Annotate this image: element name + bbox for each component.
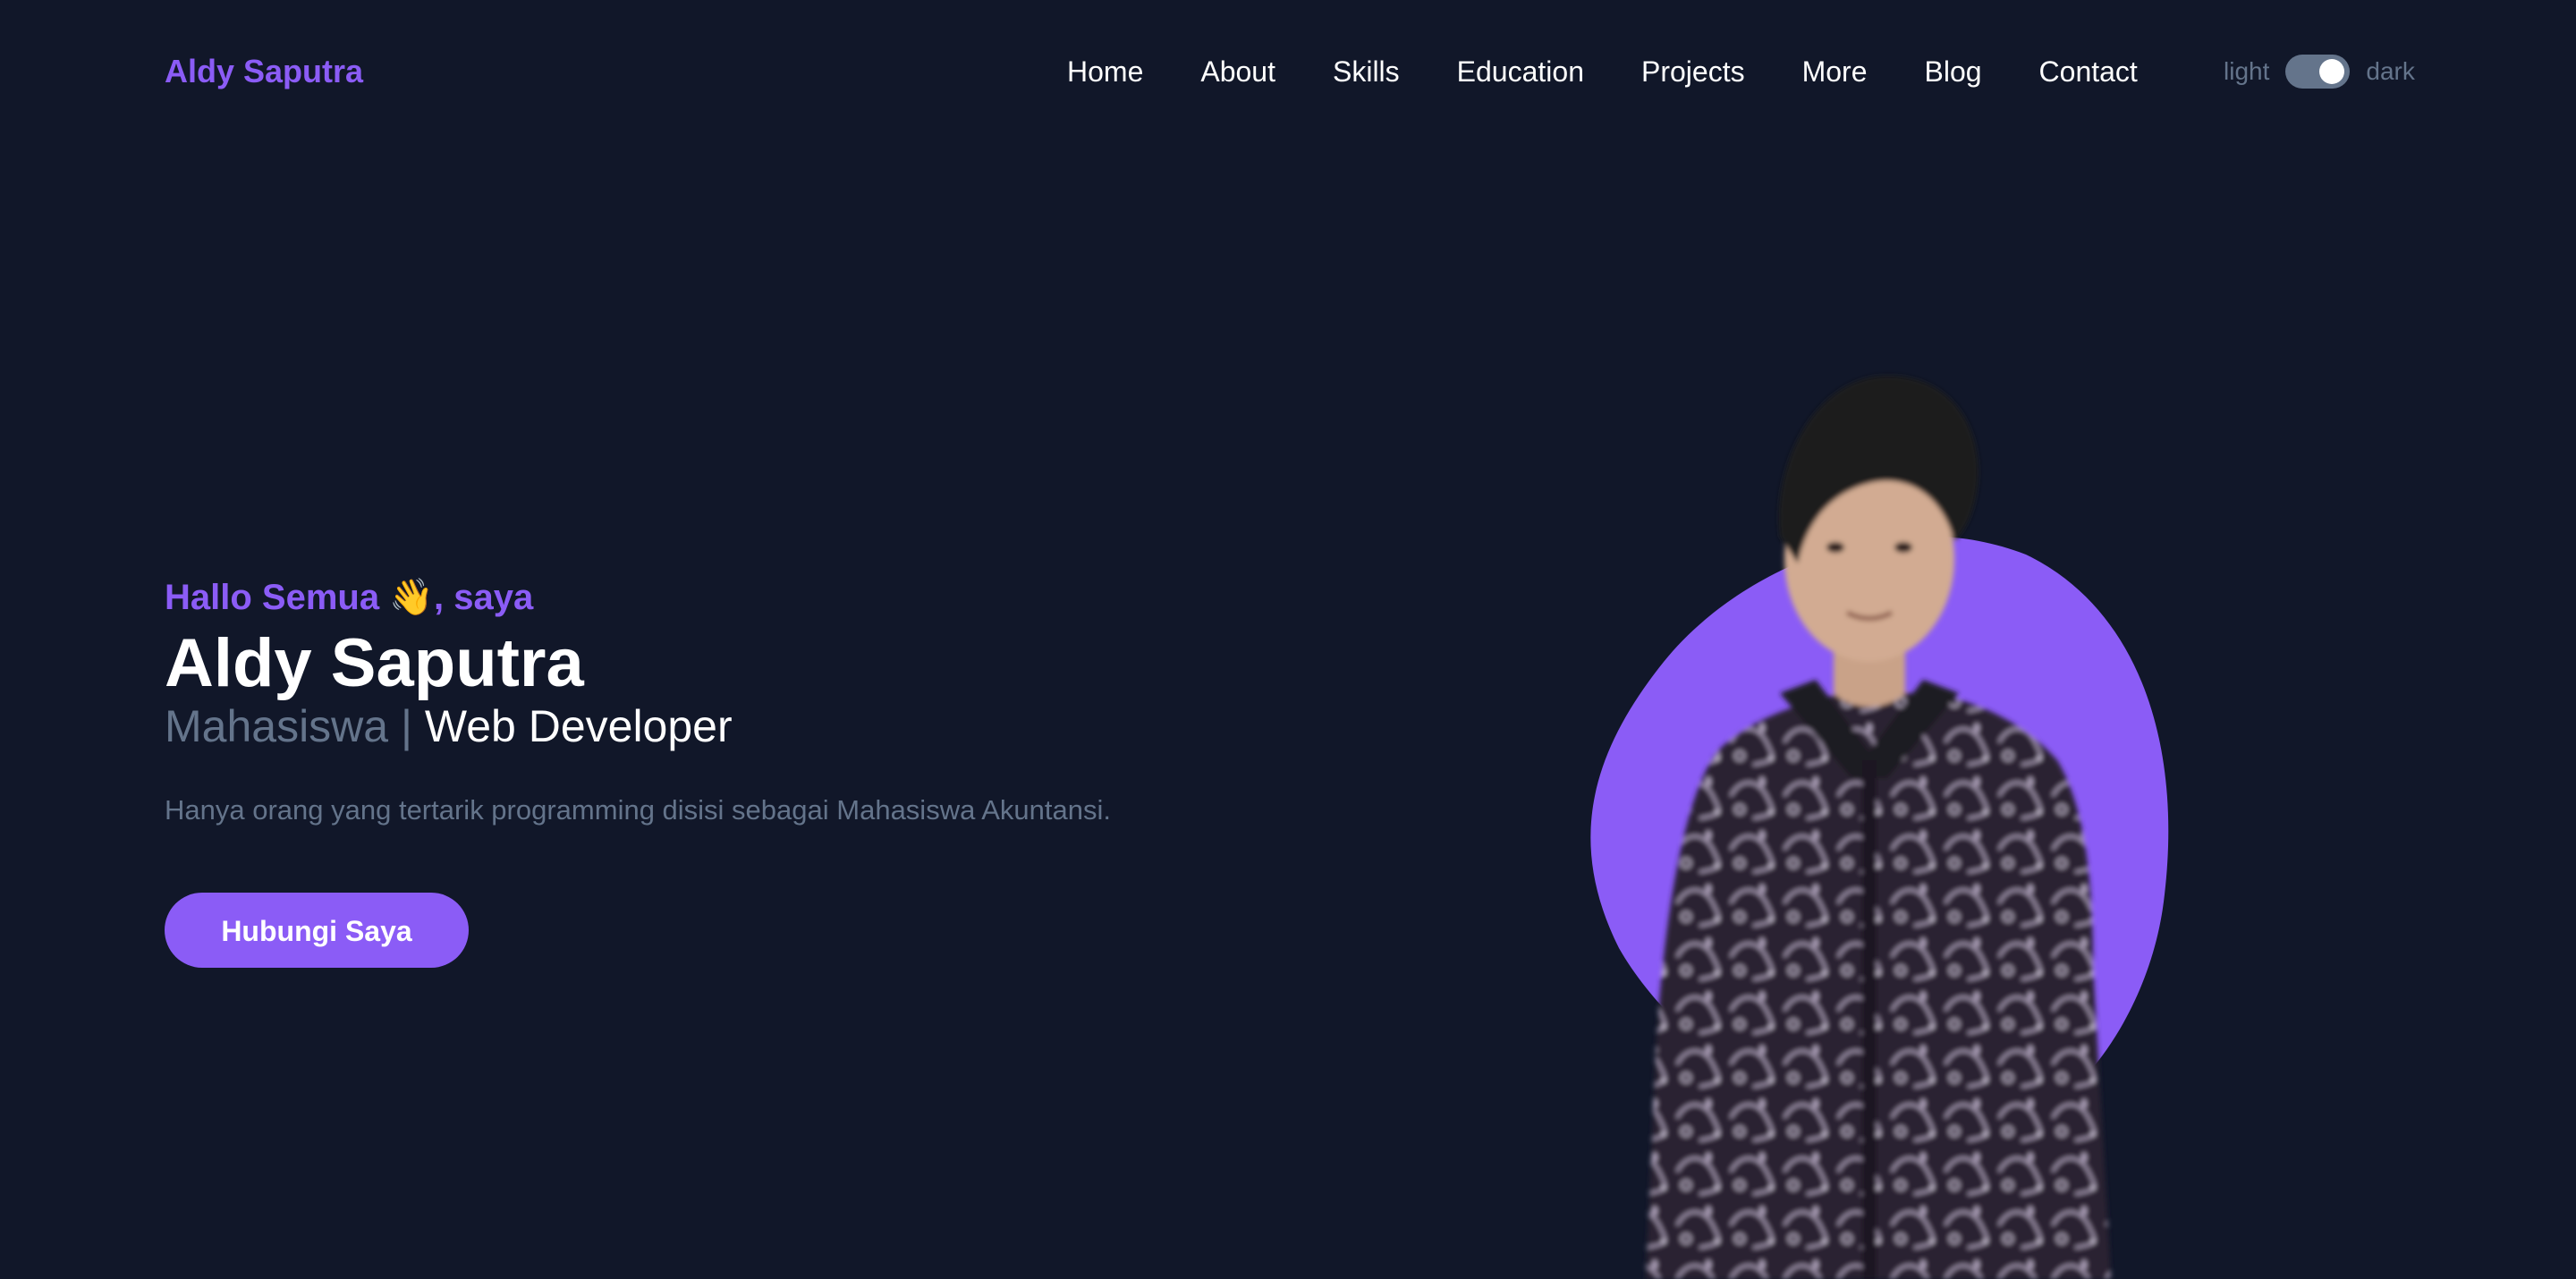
portrait-svg	[1590, 376, 2169, 1279]
role-separator: |	[401, 701, 413, 751]
nav-link-more[interactable]: More	[1802, 50, 1868, 93]
waving-hand-icon: 👋	[389, 578, 435, 617]
nav-link-home[interactable]: Home	[1067, 50, 1143, 93]
hero-portrait	[1512, 340, 2227, 1279]
brand-logo[interactable]: Aldy Saputra	[165, 50, 363, 93]
nav-link-skills[interactable]: Skills	[1333, 50, 1400, 93]
nav-link-projects[interactable]: Projects	[1641, 50, 1745, 93]
navbar: Aldy Saputra Home About Skills Education…	[0, 0, 2576, 143]
nav-link-about[interactable]: About	[1200, 50, 1275, 93]
nav-link-contact[interactable]: Contact	[2039, 50, 2138, 93]
hero-greeting: Hallo Semua 👋, saya	[165, 572, 1327, 623]
contact-me-button[interactable]: Hubungi Saya	[165, 893, 469, 968]
theme-dark-label: dark	[2366, 57, 2415, 85]
role-primary: Mahasiswa	[165, 701, 389, 751]
nav-link-education[interactable]: Education	[1457, 50, 1584, 93]
theme-switch[interactable]	[2285, 55, 2351, 89]
nav-links: Home About Skills Education Projects Mor…	[1067, 50, 2138, 93]
greeting-text: Hallo Semua	[165, 578, 380, 617]
nav-link-blog[interactable]: Blog	[1924, 50, 1981, 93]
theme-switch-knob	[2319, 59, 2345, 84]
hero-section: Hallo Semua 👋, saya Aldy Saputra Mahasis…	[165, 572, 1327, 968]
theme-light-label: light	[2224, 57, 2270, 85]
hero-name: Aldy Saputra	[165, 625, 584, 701]
greeting-suffix: , saya	[434, 578, 534, 617]
hero-role: Mahasiswa | Web Developer	[165, 699, 1327, 753]
page: Aldy Saputra Home About Skills Education…	[0, 0, 2576, 1279]
theme-toggle: light dark	[2224, 50, 2415, 93]
person-figure	[1646, 376, 2111, 1279]
hero-tagline: Hanya orang yang tertarik programming di…	[165, 794, 1111, 826]
role-secondary: Web Developer	[424, 701, 733, 751]
